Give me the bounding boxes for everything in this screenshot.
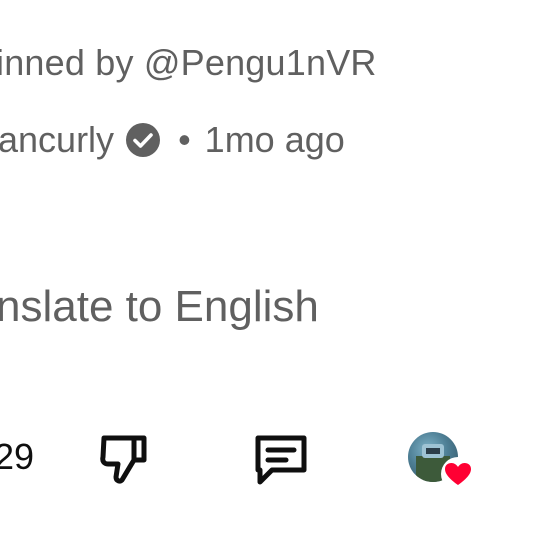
- dislike-button[interactable]: [98, 430, 150, 486]
- like-count: 29: [0, 436, 35, 477]
- creator-heart-badge: [408, 432, 480, 492]
- reply-button[interactable]: [252, 430, 310, 488]
- comment-timestamp[interactable]: 1mo ago: [205, 119, 345, 161]
- translate-button[interactable]: nslate to English: [0, 282, 319, 332]
- comment-card: inned by @Pengu1nVR ancurly • 1mo ago ns…: [0, 0, 560, 560]
- thumbs-down-icon: [100, 435, 147, 484]
- heart-icon: [440, 456, 476, 492]
- comment-icon: [255, 435, 307, 485]
- meta-separator: •: [178, 119, 191, 160]
- pinned-label: inned by @Pengu1nVR: [0, 42, 377, 83]
- verified-check-icon: [124, 121, 162, 159]
- author-row: ancurly • 1mo ago: [0, 117, 345, 163]
- author-name[interactable]: ancurly: [0, 119, 114, 161]
